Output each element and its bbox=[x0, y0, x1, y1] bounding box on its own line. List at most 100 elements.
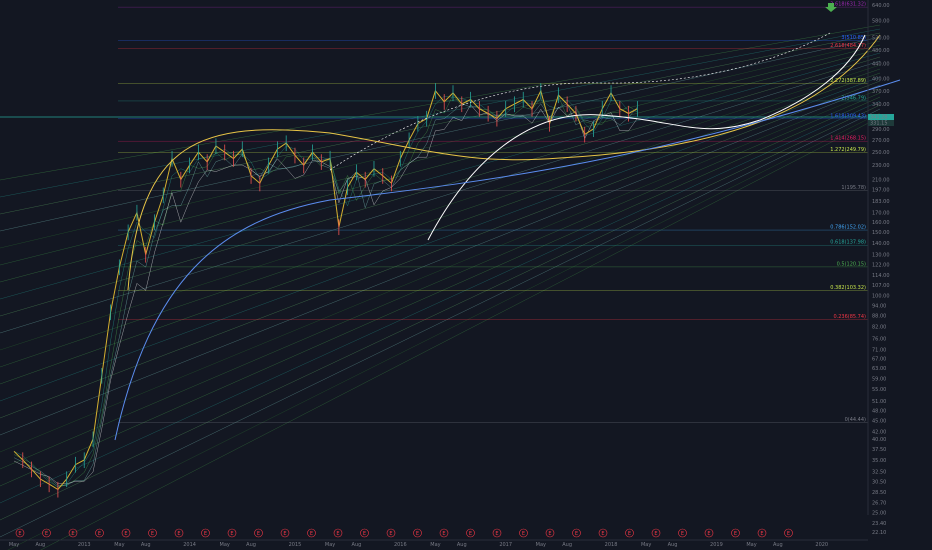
price-tick-label: 400.00 bbox=[872, 77, 890, 83]
price-tick-label: 250.00 bbox=[872, 150, 890, 156]
time-tick-label: Aug bbox=[457, 542, 467, 548]
time-tick-label: May bbox=[325, 542, 335, 548]
earnings-marker-label: E bbox=[230, 531, 233, 537]
price-tick-label: 580.00 bbox=[872, 18, 890, 24]
price-tick-label: 140.00 bbox=[872, 241, 890, 247]
price-tick-label: 290.00 bbox=[872, 127, 890, 133]
time-tick-label: Aug bbox=[141, 542, 151, 548]
chart-root: 3.618(631.32) 3(510.85) 2.618(484.17) 2.272… bbox=[0, 0, 932, 550]
price-tick-label: 170.00 bbox=[872, 211, 890, 217]
earnings-marker-label: E bbox=[389, 531, 392, 537]
time-tick-label: 2016 bbox=[394, 542, 407, 548]
earnings-marker-label: E bbox=[18, 531, 21, 537]
time-tick-label: 2014 bbox=[183, 542, 196, 548]
price-tick-label: 45.00 bbox=[872, 419, 886, 425]
price-tick-label: 42.00 bbox=[872, 429, 886, 435]
price-tick-label: 76.00 bbox=[872, 337, 886, 343]
fib-level-label: 1.618(309.43) bbox=[830, 113, 866, 119]
price-tick-label: 71.00 bbox=[872, 347, 886, 353]
price-tick-label: 48.00 bbox=[872, 409, 886, 415]
earnings-marker-label: E bbox=[654, 531, 657, 537]
price-tick-label: 114.00 bbox=[872, 273, 890, 279]
price-tick-label: 640.00 bbox=[872, 3, 890, 9]
earnings-marker-label: E bbox=[257, 531, 260, 537]
price-tick-label: 197.00 bbox=[872, 187, 890, 193]
price-tick-label: 88.00 bbox=[872, 314, 886, 320]
price-tick-label: 480.00 bbox=[872, 48, 890, 54]
earnings-marker-label: E bbox=[151, 531, 154, 537]
earnings-marker-label: E bbox=[336, 531, 339, 537]
time-tick-label: May bbox=[114, 542, 124, 548]
price-tick-label: 37.50 bbox=[872, 447, 886, 453]
price-tick-label: 340.00 bbox=[872, 102, 890, 108]
time-tick-label: 2019 bbox=[710, 542, 723, 548]
price-tick-label: 130.00 bbox=[872, 253, 890, 259]
price-tick-label: 100.00 bbox=[872, 294, 890, 300]
time-tick-label: Aug bbox=[562, 542, 572, 548]
earnings-marker-label: E bbox=[416, 531, 419, 537]
secondary-price-label: 331.15 bbox=[870, 121, 888, 127]
earnings-marker-label: E bbox=[177, 531, 180, 537]
time-tick-label: May bbox=[9, 542, 19, 548]
price-tick-label: 107.00 bbox=[872, 283, 890, 289]
earnings-marker-label: E bbox=[283, 531, 286, 537]
price-tick-label: 63.00 bbox=[872, 366, 886, 372]
fib-level-label: 0(44.44) bbox=[845, 417, 866, 423]
price-tick-label: 28.50 bbox=[872, 490, 886, 496]
time-tick-label: May bbox=[430, 542, 440, 548]
time-tick-label: 2013 bbox=[78, 542, 91, 548]
price-tick-label: 210.00 bbox=[872, 177, 890, 183]
earnings-marker-label: E bbox=[45, 531, 48, 537]
earnings-marker-label: E bbox=[681, 531, 684, 537]
price-tick-label: 51.00 bbox=[872, 399, 886, 405]
fib-level-label: 0.5(120.15) bbox=[837, 261, 866, 267]
earnings-marker-label: E bbox=[575, 531, 578, 537]
time-tick-label: May bbox=[220, 542, 230, 548]
price-tick-label: 26.70 bbox=[872, 500, 886, 506]
earnings-marker-label: E bbox=[310, 531, 313, 537]
earnings-marker-label: E bbox=[522, 531, 525, 537]
price-tick-label: 183.00 bbox=[872, 199, 890, 205]
price-tick-label: 160.00 bbox=[872, 220, 890, 226]
time-tick-label: Aug bbox=[352, 542, 362, 548]
earnings-marker-label: E bbox=[548, 531, 551, 537]
time-tick-label: 2017 bbox=[499, 542, 512, 548]
fib-level-label: 1(195.78) bbox=[841, 185, 866, 191]
earnings-marker-label: E bbox=[734, 531, 737, 537]
fib-level-label: 3.618(631.32) bbox=[830, 2, 866, 8]
price-chart[interactable]: 3.618(631.32)3(510.85)2.618(484.17)2.272… bbox=[0, 0, 932, 550]
price-tick-label: 30.50 bbox=[872, 480, 886, 486]
time-tick-label: Aug bbox=[35, 542, 45, 548]
fib-level-label: 2(346.79) bbox=[841, 95, 866, 101]
earnings-marker-label: E bbox=[363, 531, 366, 537]
earnings-marker-label: E bbox=[787, 531, 790, 537]
price-tick-label: 35.00 bbox=[872, 458, 886, 464]
earnings-marker-label: E bbox=[601, 531, 604, 537]
fib-level-label: 0.786(152.02) bbox=[830, 225, 866, 231]
time-tick-label: Aug bbox=[773, 542, 783, 548]
price-tick-label: 25.00 bbox=[872, 511, 886, 517]
price-tick-label: 150.00 bbox=[872, 230, 890, 236]
price-tick-label: 23.40 bbox=[872, 521, 886, 527]
price-tick-label: 122.00 bbox=[872, 263, 890, 269]
fib-level-label: 1.414(268.15) bbox=[830, 136, 866, 142]
price-tick-label: 270.00 bbox=[872, 138, 890, 144]
time-tick-label: May bbox=[746, 542, 756, 548]
price-tick-label: 230.00 bbox=[872, 163, 890, 169]
earnings-marker-label: E bbox=[469, 531, 472, 537]
price-tick-label: 22.10 bbox=[872, 530, 886, 536]
price-tick-label: 55.00 bbox=[872, 387, 886, 393]
price-tick-label: 67.00 bbox=[872, 356, 886, 362]
fib-level-label: 1.272(249.79) bbox=[830, 147, 866, 153]
time-tick-label: May bbox=[641, 542, 651, 548]
price-tick-label: 82.00 bbox=[872, 325, 886, 331]
price-tick-label: 370.00 bbox=[872, 89, 890, 95]
earnings-marker-label: E bbox=[707, 531, 710, 537]
price-tick-label: 59.00 bbox=[872, 376, 886, 382]
price-tick-label: 440.00 bbox=[872, 62, 890, 68]
time-tick-label: 2020 bbox=[815, 542, 828, 548]
earnings-marker-label: E bbox=[204, 531, 207, 537]
time-tick-label: May bbox=[536, 542, 546, 548]
time-tick-label: 2018 bbox=[605, 542, 618, 548]
time-tick-label: 2015 bbox=[289, 542, 302, 548]
